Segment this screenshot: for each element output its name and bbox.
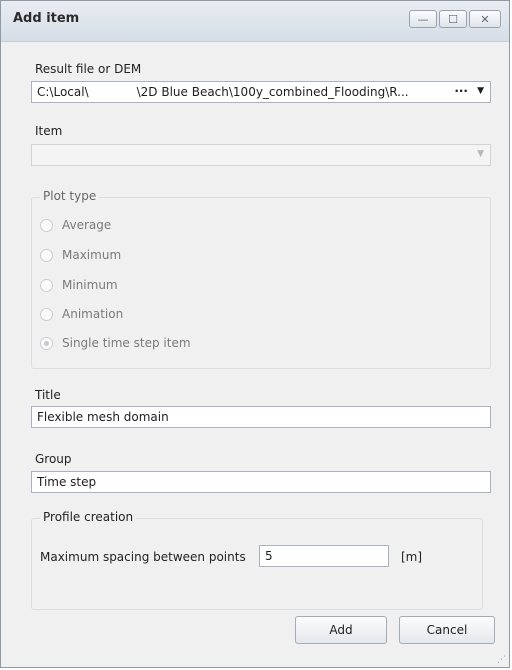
radio-single-time-step[interactable]: Single time step item: [40, 334, 191, 352]
result-file-combo[interactable]: C:\Local\ \2D Blue Beach\100y_combined_F…: [31, 81, 491, 103]
plot-type-group: Plot type Average Maximum Minimum Animat…: [31, 189, 491, 369]
item-label: Item: [35, 124, 63, 138]
dialog-title: Add item: [13, 11, 80, 26]
spacing-input[interactable]: 5: [259, 545, 389, 567]
profile-creation-label: Profile creation: [40, 510, 137, 524]
browse-button[interactable]: ···: [454, 84, 468, 98]
title-input[interactable]: Flexible mesh domain: [31, 406, 491, 428]
maximize-icon: ☐: [448, 12, 458, 26]
window-controls: — ☐ ✕: [409, 10, 501, 28]
radio-label: Animation: [62, 307, 124, 321]
radio-circle-icon: [40, 248, 53, 262]
radio-label: Single time step item: [62, 336, 191, 350]
title-label: Title: [35, 388, 61, 402]
title-bar[interactable]: Add item — ☐ ✕: [1, 1, 509, 42]
spacing-label: Maximum spacing between points: [40, 550, 246, 564]
cancel-button[interactable]: Cancel: [399, 616, 495, 644]
resize-grip-icon[interactable]: ⋰: [497, 655, 507, 665]
radio-circle-icon: [40, 218, 53, 232]
radio-label: Maximum: [62, 248, 122, 262]
result-file-value: C:\Local\ \2D Blue Beach\100y_combined_F…: [37, 85, 409, 99]
radio-label: Average: [62, 218, 112, 232]
unit-label: [m]: [401, 550, 423, 564]
close-button[interactable]: ✕: [469, 10, 501, 28]
radio-animation[interactable]: Animation: [40, 305, 123, 323]
radio-maximum[interactable]: Maximum: [40, 246, 121, 264]
radio-minimum[interactable]: Minimum: [40, 276, 118, 294]
radio-label: Minimum: [62, 278, 118, 292]
radio-circle-icon: [40, 278, 53, 292]
item-combo[interactable]: ▼: [31, 144, 491, 166]
plot-type-label: Plot type: [40, 189, 100, 203]
group-input[interactable]: Time step: [31, 471, 491, 493]
add-button[interactable]: Add: [295, 616, 387, 644]
chevron-down-icon[interactable]: ▼: [477, 86, 484, 96]
group-label: Group: [35, 452, 72, 466]
minimize-button[interactable]: —: [409, 10, 437, 28]
result-file-label: Result file or DEM: [35, 62, 142, 76]
minimize-icon: —: [417, 12, 429, 26]
radio-average[interactable]: Average: [40, 216, 111, 234]
chevron-down-icon: ▼: [477, 149, 484, 159]
close-icon: ✕: [480, 12, 490, 26]
profile-creation-group: Profile creation Maximum spacing between…: [31, 510, 483, 610]
maximize-button[interactable]: ☐: [439, 10, 467, 28]
add-item-dialog: Add item — ☐ ✕ Result file or DEM C:\Loc…: [0, 0, 510, 668]
radio-circle-icon: [40, 307, 53, 321]
radio-checked-icon: [40, 336, 53, 350]
